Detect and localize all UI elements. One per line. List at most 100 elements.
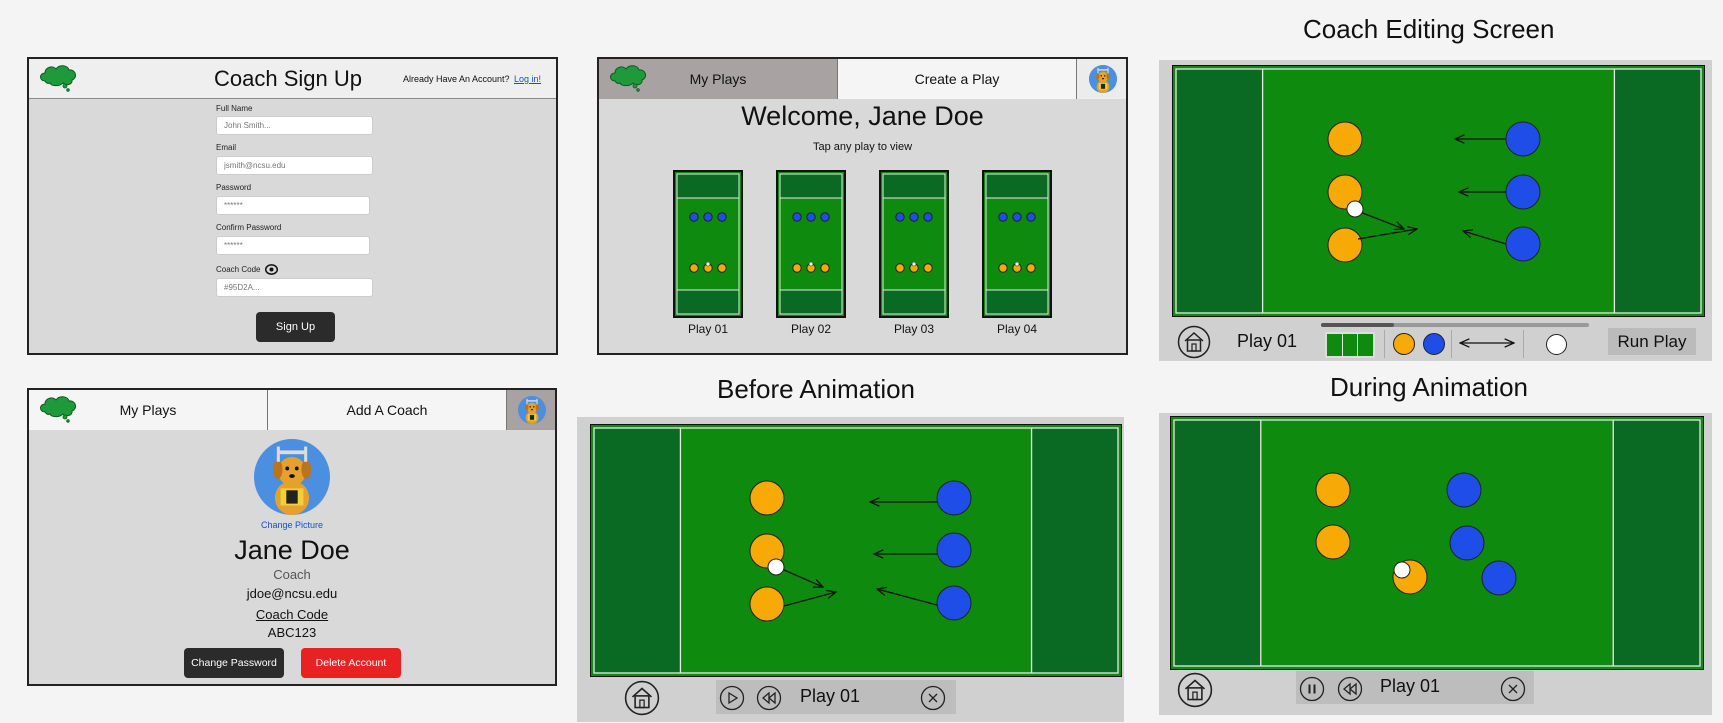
editing-toolbar: Play 01 Run Play xyxy=(1159,318,1712,361)
change-password-button[interactable]: Change Password xyxy=(184,648,284,678)
ball xyxy=(1393,561,1411,579)
end-zone xyxy=(986,290,1048,314)
coach-code-input[interactable] xyxy=(216,278,373,297)
arrow-tool-icon[interactable] xyxy=(1457,336,1517,350)
play-card-label: Play 02 xyxy=(790,322,832,336)
blue-player-tool[interactable] xyxy=(1423,333,1445,355)
profile-email: jdoe@ncsu.edu xyxy=(246,586,338,601)
profile-screen: My Plays Add A Coach Change Picture Jane… xyxy=(27,388,557,686)
tab-label: Create a Play xyxy=(914,71,1000,87)
blue-player xyxy=(1449,525,1485,561)
end-zone xyxy=(986,174,1048,198)
play-icon[interactable] xyxy=(719,685,745,711)
field-label: Full Name xyxy=(216,104,253,113)
blue-player xyxy=(936,585,972,621)
orange-player xyxy=(792,263,802,273)
playback-bar: Play 01 xyxy=(1296,671,1534,704)
avatar xyxy=(518,396,546,424)
email-input[interactable] xyxy=(216,156,373,175)
play-card[interactable]: Play 03 xyxy=(879,170,949,340)
orange-player xyxy=(895,263,905,273)
end-zone xyxy=(1614,69,1701,313)
orange-player xyxy=(689,263,699,273)
blue-player xyxy=(806,212,816,222)
full-name-input[interactable] xyxy=(216,116,373,135)
home-icon[interactable] xyxy=(1177,672,1213,708)
tab-create-play[interactable]: Create a Play xyxy=(838,59,1077,99)
profile-name: Jane Doe xyxy=(234,535,350,565)
welcome-heading: Welcome, Jane Doe xyxy=(741,101,984,131)
play-name-label: Play 01 xyxy=(1380,676,1441,696)
end-zone xyxy=(883,290,945,314)
editing-screen: Play 01 Run Play xyxy=(1159,60,1712,361)
play-field[interactable] xyxy=(1172,65,1705,317)
end-zone xyxy=(883,174,945,198)
avatar xyxy=(1088,65,1117,93)
blue-player xyxy=(909,212,919,222)
delete-account-button[interactable]: Delete Account xyxy=(301,648,401,678)
confirm-password-input[interactable] xyxy=(216,236,370,255)
blue-player xyxy=(1505,121,1541,157)
end-zone xyxy=(1613,420,1700,666)
eye-icon[interactable] xyxy=(265,264,278,275)
play-card[interactable]: Play 01 xyxy=(673,170,743,340)
blue-player xyxy=(936,532,972,568)
home-icon[interactable] xyxy=(1177,325,1211,359)
blue-player xyxy=(1505,174,1541,210)
pause-icon[interactable] xyxy=(1299,676,1325,702)
play-card[interactable]: Play 04 xyxy=(982,170,1052,340)
ball xyxy=(911,261,917,267)
tab-bar: My Plays Add A Coach xyxy=(29,390,555,430)
rewind-icon[interactable] xyxy=(756,685,782,711)
close-icon[interactable] xyxy=(1500,676,1526,702)
tab-bar: My Plays Create a Play xyxy=(599,59,1126,99)
orange-player-tool[interactable] xyxy=(1393,333,1415,355)
play-card[interactable]: Play 02 xyxy=(776,170,846,340)
tab-add-coach[interactable]: Add A Coach xyxy=(268,390,507,430)
play-thumbnail xyxy=(776,170,846,318)
ball-tool[interactable] xyxy=(1546,334,1567,355)
blue-player xyxy=(998,212,1008,222)
rewind-icon[interactable] xyxy=(1337,676,1363,702)
my-plays-screen: My Plays Create a Play Welcome, Jane Doe… xyxy=(597,57,1128,355)
login-link[interactable]: Log in! xyxy=(514,74,541,84)
end-zone xyxy=(1176,69,1263,313)
profile-tab[interactable] xyxy=(1077,59,1126,99)
run-play-button[interactable]: Run Play xyxy=(1608,328,1696,355)
orange-player xyxy=(717,263,727,273)
orange-player xyxy=(1327,227,1363,263)
orange-player xyxy=(1315,524,1351,560)
blue-player xyxy=(923,212,933,222)
orange-player xyxy=(1026,263,1036,273)
play-thumbnail xyxy=(673,170,743,318)
orange-player xyxy=(820,263,830,273)
signup-title: Coach Sign Up xyxy=(214,66,362,91)
blue-player xyxy=(703,212,713,222)
change-picture-link[interactable]: Change Picture xyxy=(29,520,555,530)
before-title: Before Animation xyxy=(717,374,916,404)
tab-label: Add A Coach xyxy=(346,402,428,418)
have-account-text: Already Have An Account? xyxy=(403,74,510,84)
play-card-label: Play 04 xyxy=(996,322,1038,336)
play-card-label: Play 01 xyxy=(687,322,729,336)
field-tool-button[interactable] xyxy=(1325,332,1375,358)
end-zone xyxy=(677,174,739,198)
close-icon[interactable] xyxy=(920,685,946,711)
blue-player xyxy=(936,480,972,516)
orange-player xyxy=(749,586,785,622)
end-zone xyxy=(1174,420,1261,666)
orange-player xyxy=(923,263,933,273)
welcome-subtitle: Tap any play to view xyxy=(812,141,913,153)
profile-tab[interactable] xyxy=(507,390,555,430)
field-label: Confirm Password xyxy=(216,223,282,232)
field-label: Email xyxy=(216,143,237,152)
sign-up-button[interactable]: Sign Up xyxy=(256,312,335,342)
orange-player xyxy=(1315,472,1351,508)
play-thumbnail xyxy=(982,170,1052,318)
ball xyxy=(767,558,785,576)
home-icon[interactable] xyxy=(624,680,660,716)
timeline-progress[interactable] xyxy=(1321,323,1394,327)
ball xyxy=(705,261,711,267)
password-input[interactable] xyxy=(216,196,370,215)
blue-player xyxy=(1446,472,1482,508)
